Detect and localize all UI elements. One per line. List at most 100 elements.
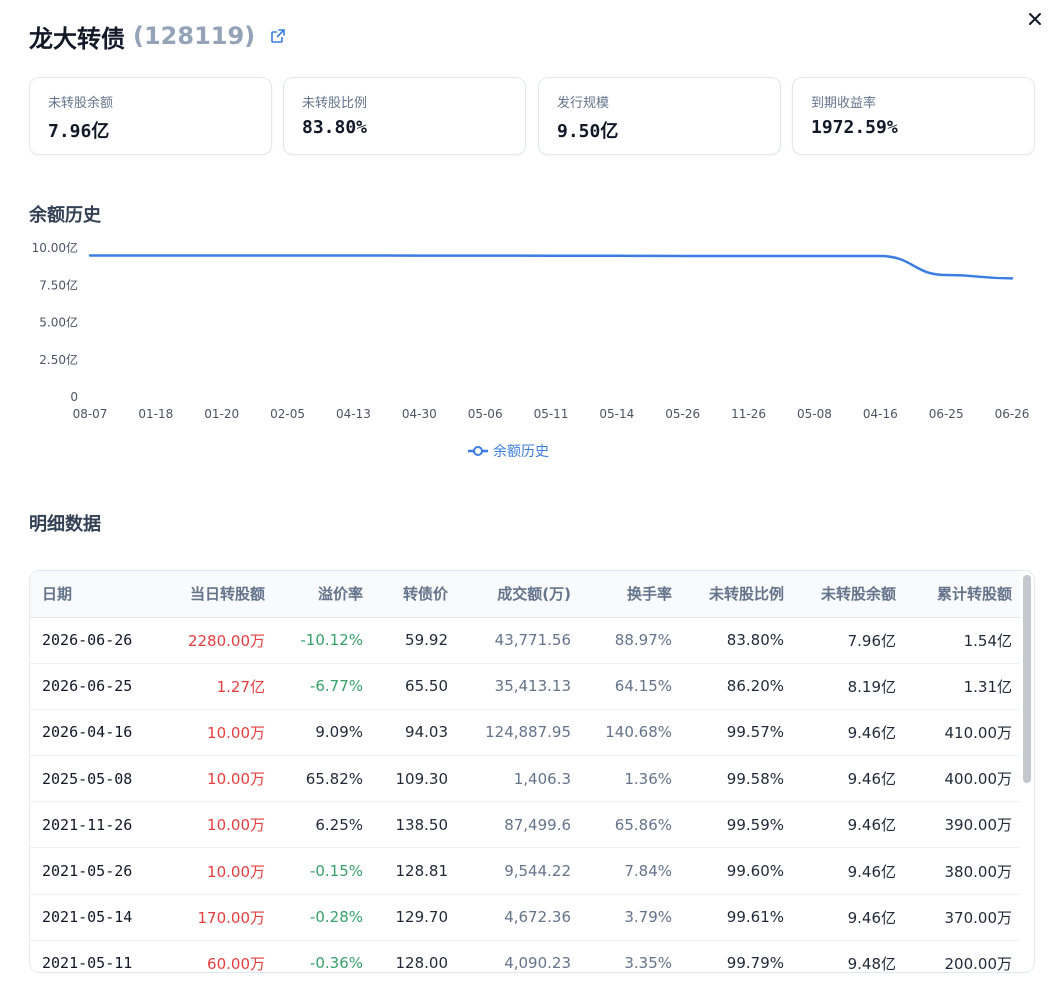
x-tick-label: 04-13 xyxy=(336,407,371,421)
table-row[interactable]: 2025-05-08 10.00万 65.82% 109.30 1,406.3 … xyxy=(30,755,1020,803)
stat-card-unconverted-ratio: 未转股比例 83.80% xyxy=(283,77,526,155)
x-tick-label: 01-18 xyxy=(138,407,173,421)
cell-unconverted-ratio: 86.20% xyxy=(680,663,792,710)
column-header-date[interactable]: 日期 xyxy=(30,571,148,618)
cell-premium-rate: -10.12% xyxy=(273,617,371,664)
cell-bond-price: 128.00 xyxy=(371,940,456,972)
cell-cumulative-conversion: 390.00万 xyxy=(904,801,1020,849)
x-tick-label: 06-26 xyxy=(995,407,1030,421)
cell-turnover-amount: 4,672.36 xyxy=(456,894,579,941)
cell-unconverted-balance: 9.46亿 xyxy=(792,894,904,941)
stat-value: 9.50亿 xyxy=(557,121,619,142)
cell-daily-conversion: 60.00万 xyxy=(148,940,273,972)
stat-value: 1972.59% xyxy=(811,117,898,138)
x-tick-label: 08-07 xyxy=(73,407,108,421)
cell-turnover-amount: 9,544.22 xyxy=(456,847,579,895)
cell-turnover-rate: 1.36% xyxy=(579,755,680,803)
cell-premium-rate: -6.77% xyxy=(273,663,371,710)
column-header-daily-conversion[interactable]: 当日转股额 xyxy=(148,571,273,618)
cell-date: 2026-06-25 xyxy=(30,663,148,710)
x-tick-label: 05-08 xyxy=(797,407,832,421)
legend-label: 余额历史 xyxy=(493,443,549,460)
stat-card-issue-size: 发行规模 9.50亿 xyxy=(538,77,781,155)
cell-cumulative-conversion: 200.00万 xyxy=(904,940,1020,972)
column-header-unconverted-balance[interactable]: 未转股余额 xyxy=(792,571,904,618)
cell-unconverted-balance: 9.46亿 xyxy=(792,709,904,757)
x-tick-label: 05-14 xyxy=(599,407,634,421)
table-row[interactable]: 2021-05-11 60.00万 -0.36% 128.00 4,090.23… xyxy=(30,940,1020,972)
cell-unconverted-ratio: 99.58% xyxy=(680,755,792,803)
bond-name: 龙大转债 xyxy=(29,24,125,53)
balance-history-chart: 0 2.50亿 5.00亿 7.50亿 10.00亿 08-07 01-18 01-20 02-… xyxy=(32,240,1030,460)
column-header-turnover-amount[interactable]: 成交额(万) xyxy=(456,571,579,618)
table-row[interactable]: 2026-04-16 10.00万 9.09% 94.03 124,887.95… xyxy=(30,709,1020,757)
stat-label: 到期收益率 xyxy=(811,96,877,111)
cell-unconverted-ratio: 99.61% xyxy=(680,894,792,941)
cell-turnover-rate: 7.84% xyxy=(579,847,680,895)
detail-table-container: 日期 当日转股额 溢价率 转债价 成交额(万) 换手率 未转股比例 未转股余额 … xyxy=(29,570,1035,973)
table-row[interactable]: 2021-05-26 10.00万 -0.15% 128.81 9,544.22… xyxy=(30,847,1020,895)
cell-turnover-amount: 1,406.3 xyxy=(456,755,579,803)
table-scrollbar[interactable] xyxy=(1022,575,1032,970)
stat-value: 83.80% xyxy=(302,117,368,138)
x-tick-label: 11-26 xyxy=(731,407,766,421)
y-tick-label: 7.50亿 xyxy=(39,277,78,292)
cell-unconverted-balance: 9.48亿 xyxy=(792,940,904,972)
x-tick-label: 05-26 xyxy=(665,407,700,421)
column-header-premium-rate[interactable]: 溢价率 xyxy=(273,571,371,618)
cell-bond-price: 94.03 xyxy=(371,709,456,757)
y-tick-label: 10.00亿 xyxy=(32,240,78,255)
external-link-icon[interactable] xyxy=(269,27,287,45)
cell-unconverted-balance: 8.19亿 xyxy=(792,663,904,710)
close-button[interactable] xyxy=(1022,6,1048,32)
stat-label: 未转股余额 xyxy=(48,96,114,111)
cell-turnover-rate: 140.68% xyxy=(579,709,680,757)
cell-premium-rate: -0.36% xyxy=(273,940,371,972)
cell-turnover-amount: 124,887.95 xyxy=(456,709,579,757)
cell-turnover-amount: 4,090.23 xyxy=(456,940,579,972)
table-header-row: 日期 当日转股额 溢价率 转债价 成交额(万) 换手率 未转股比例 未转股余额 … xyxy=(30,571,1020,618)
cell-unconverted-balance: 9.46亿 xyxy=(792,847,904,895)
cell-date: 2026-04-16 xyxy=(30,709,148,757)
table-row[interactable]: 2021-11-26 10.00万 6.25% 138.50 87,499.6 … xyxy=(30,801,1020,849)
cell-cumulative-conversion: 1.54亿 xyxy=(904,617,1020,664)
x-tick-label: 01-20 xyxy=(204,407,239,421)
cell-daily-conversion: 1.27亿 xyxy=(148,663,273,710)
column-header-cumulative-conversion[interactable]: 累计转股额 xyxy=(904,571,1020,618)
cell-cumulative-conversion: 1.31亿 xyxy=(904,663,1020,710)
table-row[interactable]: 2021-05-14 170.00万 -0.28% 129.70 4,672.3… xyxy=(30,894,1020,941)
cell-date: 2025-05-08 xyxy=(30,755,148,803)
cell-bond-price: 109.30 xyxy=(371,755,456,803)
stat-label: 发行规模 xyxy=(557,96,610,111)
cell-date: 2021-11-26 xyxy=(30,801,148,849)
column-header-unconverted-ratio[interactable]: 未转股比例 xyxy=(680,571,792,618)
cell-premium-rate: 9.09% xyxy=(273,709,371,757)
cell-bond-price: 65.50 xyxy=(371,663,456,710)
cell-unconverted-ratio: 99.59% xyxy=(680,801,792,849)
cell-premium-rate: 6.25% xyxy=(273,801,371,849)
table-row[interactable]: 2026-06-25 1.27亿 -6.77% 65.50 35,413.13 … xyxy=(30,663,1020,710)
stat-value: 7.96亿 xyxy=(48,121,110,142)
column-header-turnover-rate[interactable]: 换手率 xyxy=(579,571,680,618)
detail-table: 日期 当日转股额 溢价率 转债价 成交额(万) 换手率 未转股比例 未转股余额 … xyxy=(30,571,1020,972)
table-row[interactable]: 2026-06-26 2280.00万 -10.12% 59.92 43,771… xyxy=(30,617,1020,664)
cell-cumulative-conversion: 380.00万 xyxy=(904,847,1020,895)
y-tick-label: 5.00亿 xyxy=(39,315,78,330)
column-header-bond-price[interactable]: 转债价 xyxy=(371,571,456,618)
cell-date: 2026-06-26 xyxy=(30,617,148,664)
cell-turnover-rate: 3.35% xyxy=(579,940,680,972)
cell-daily-conversion: 170.00万 xyxy=(148,894,273,941)
cell-daily-conversion: 10.00万 xyxy=(148,755,273,803)
history-section-title: 余额历史 xyxy=(29,205,101,226)
scrollbar-thumb[interactable] xyxy=(1023,575,1031,783)
x-tick-label: 05-11 xyxy=(534,407,569,421)
cell-bond-price: 138.50 xyxy=(371,801,456,849)
cell-premium-rate: -0.15% xyxy=(273,847,371,895)
cell-turnover-rate: 64.15% xyxy=(579,663,680,710)
cell-turnover-amount: 35,413.13 xyxy=(456,663,579,710)
x-tick-label: 04-16 xyxy=(863,407,898,421)
cell-cumulative-conversion: 370.00万 xyxy=(904,894,1020,941)
detail-section-title: 明细数据 xyxy=(29,514,101,535)
cell-unconverted-ratio: 99.57% xyxy=(680,709,792,757)
cell-unconverted-balance: 7.96亿 xyxy=(792,617,904,664)
